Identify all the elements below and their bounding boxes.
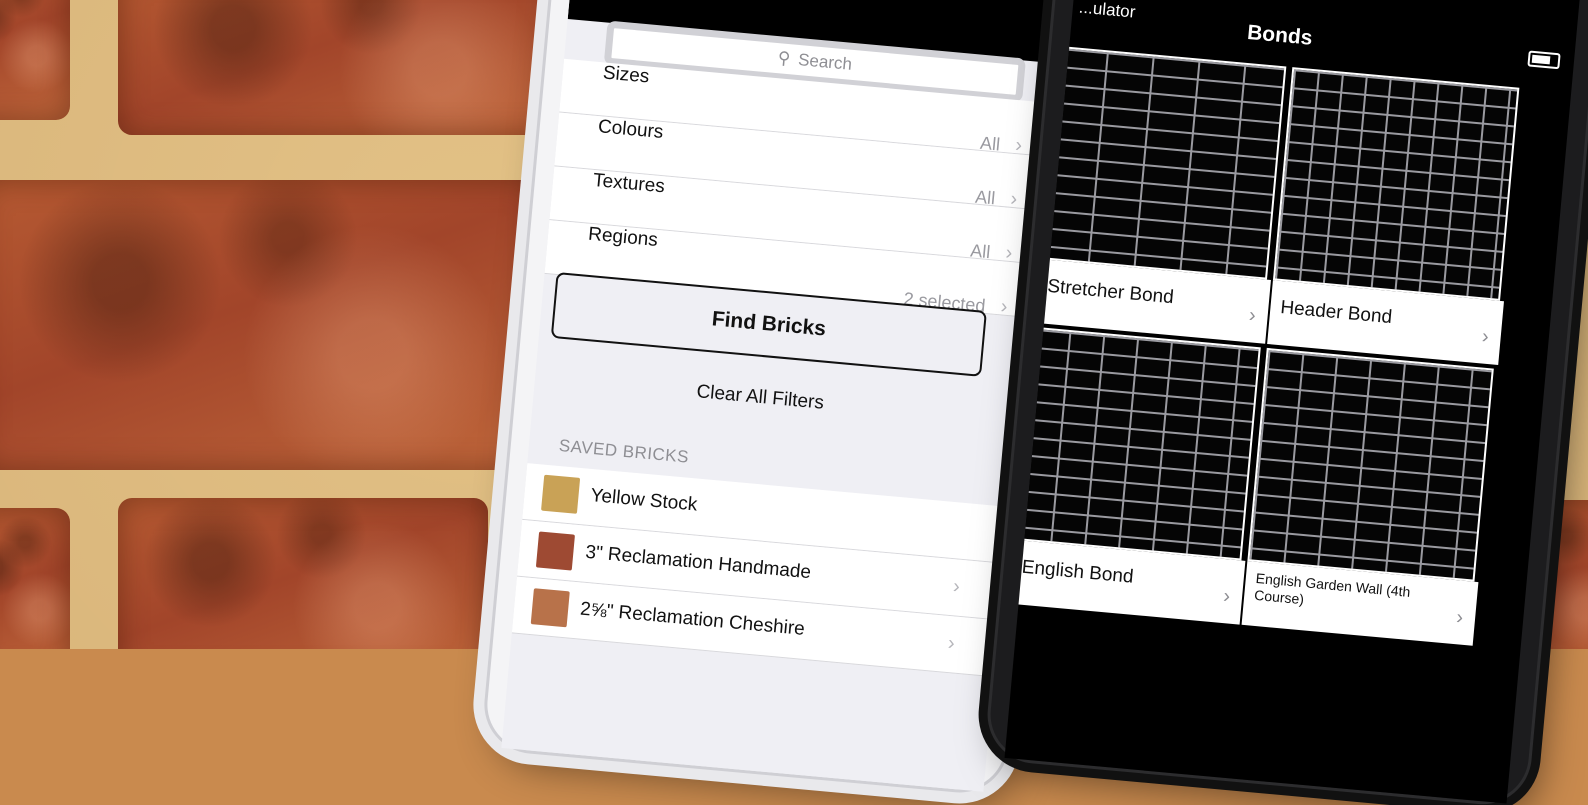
search-icon: ⚲ (777, 48, 792, 69)
bond-tile-stretcher[interactable]: Stretcher Bond › (1034, 45, 1290, 344)
saved-brick-name: 3" Reclamation Handmade (584, 541, 812, 584)
filter-label: Colours (597, 116, 665, 144)
phone-screen: ⚲ Search Sizes All › Colours All › Textu… (501, 0, 1064, 792)
brick-thumbnail (535, 531, 575, 571)
chevron-right-icon: › (1222, 585, 1232, 608)
brick (0, 0, 70, 120)
page-title: Bonds (1246, 20, 1314, 50)
bond-label: Stretcher Bond (1046, 275, 1175, 309)
filter-label: Sizes (602, 62, 651, 88)
chevron-right-icon: › (1248, 304, 1257, 327)
saved-bricks-header: SAVED BRICKS (558, 435, 690, 467)
bond-label: English Garden Wall (4th Course) (1253, 569, 1412, 608)
bond-pattern-image (1039, 45, 1287, 280)
chevron-right-icon: › (947, 632, 956, 655)
saved-brick-name: Yellow Stock (589, 485, 699, 516)
bond-pattern-image (1014, 326, 1261, 561)
bond-pattern-image (1272, 67, 1520, 301)
bond-grid: Stretcher Bond › Header Bond › English B… (1008, 45, 1527, 646)
saved-brick-name: 2⅝" Reclamation Cheshire (579, 598, 806, 640)
brick-thumbnail (530, 588, 570, 628)
chevron-right-icon: › (999, 295, 1009, 318)
bond-label: English Bond (1020, 556, 1135, 588)
bond-label: Header Bond (1279, 297, 1393, 329)
brick (118, 0, 578, 135)
bond-tile-header[interactable]: Header Bond › (1267, 67, 1523, 365)
bond-tile-english[interactable]: English Bond › (1008, 326, 1265, 625)
search-placeholder: Search (797, 50, 853, 74)
bond-pattern-image (1247, 347, 1494, 582)
phone-filter-screen: ⚲ Search Sizes All › Colours All › Textu… (483, 0, 1083, 794)
battery-icon (1527, 50, 1561, 70)
chevron-right-icon: › (952, 575, 961, 598)
brick (118, 498, 488, 649)
bond-tile-english-garden-wall[interactable]: English Garden Wall (4th Course) › (1241, 347, 1498, 646)
brick (0, 180, 540, 470)
saved-bricks-list: Yellow Stock 3" Reclamation Handmade › 2… (511, 463, 1010, 678)
phone-screen: ...ulator Bonds Stretcher Bond › Header … (1004, 0, 1588, 804)
phone-bonds-screen: ...ulator Bonds Stretcher Bond › Header … (986, 0, 1588, 805)
brick (0, 508, 70, 649)
chevron-right-icon: › (1481, 325, 1490, 348)
chevron-right-icon: › (1455, 606, 1465, 629)
brick-thumbnail (541, 474, 581, 514)
back-label[interactable]: ...ulator (1078, 0, 1136, 23)
